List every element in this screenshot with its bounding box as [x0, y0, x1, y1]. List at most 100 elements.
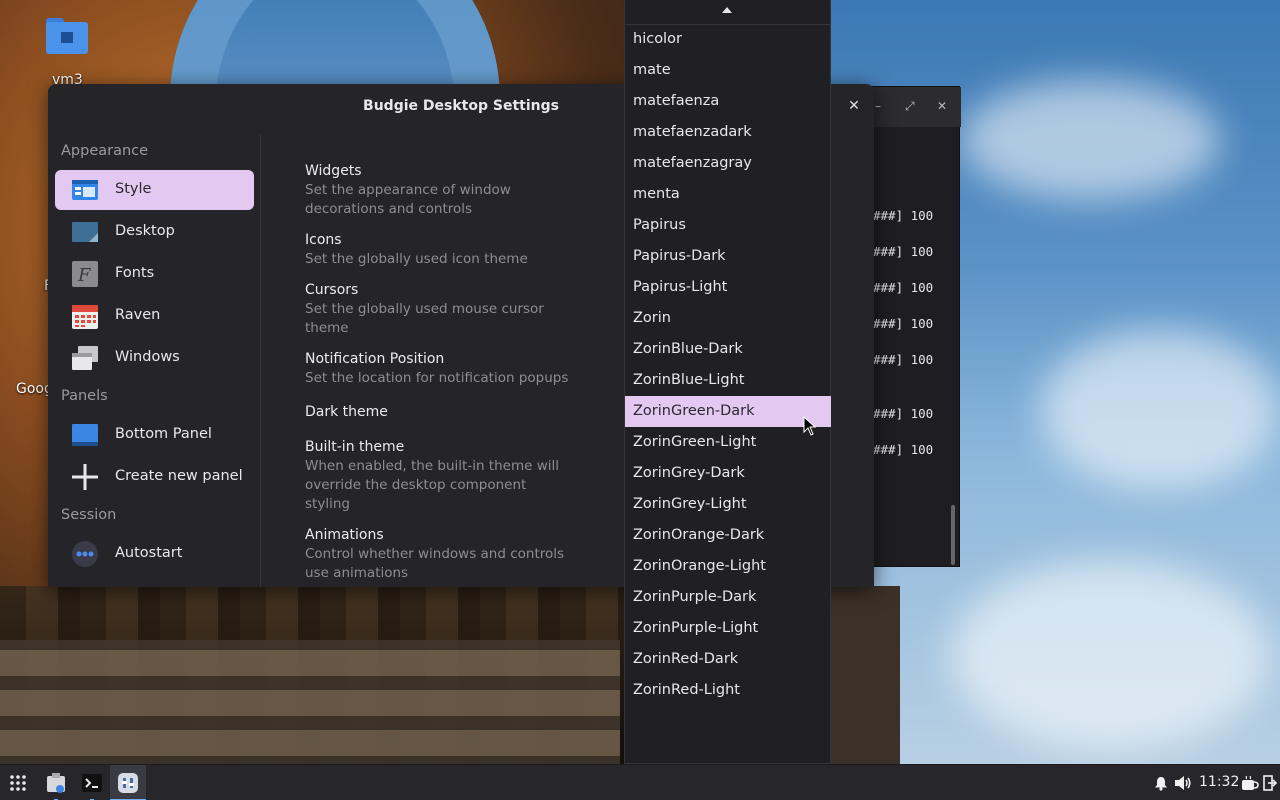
dropdown-item[interactable]: ZorinGreen-Dark	[625, 396, 831, 427]
setting-description: Set the globally used icon theme	[305, 251, 528, 267]
autostart-icon	[72, 541, 98, 567]
terminal-line: ###] 100	[873, 244, 934, 259]
setting-description: Set the location for notification popups	[305, 370, 569, 386]
section-session: Session	[61, 507, 117, 523]
sidebar-item-bottom-panel[interactable]: Bottom Panel	[55, 415, 254, 455]
terminal-line: ###] 100	[873, 352, 934, 367]
dropdown-item[interactable]: ZorinOrange-Light	[625, 551, 831, 582]
terminal-icon	[82, 774, 102, 792]
setting-builtin-theme[interactable]: Built-in theme When enabled, the built-i…	[305, 438, 575, 514]
setting-description: Control whether windows and controls use…	[305, 546, 565, 581]
dropdown-item[interactable]: hicolor	[625, 24, 831, 55]
grid-icon	[10, 775, 26, 791]
setting-description: Set the globally used mouse cursor theme	[305, 301, 544, 336]
logout-icon[interactable]	[1263, 775, 1277, 791]
setting-notification-position[interactable]: Notification Position Set the location f…	[305, 350, 575, 388]
plus-icon	[72, 464, 98, 490]
dropdown-item[interactable]: mate	[625, 55, 831, 86]
setting-title: Animations	[305, 527, 384, 543]
fonts-icon: F	[72, 261, 98, 287]
setting-description: When enabled, the built-in theme will ov…	[305, 458, 560, 512]
dropdown-item[interactable]: ZorinOrange-Dark	[625, 520, 831, 551]
terminal-line: ###] 100	[873, 208, 934, 223]
dropdown-item[interactable]: ZorinBlue-Dark	[625, 334, 831, 365]
close-button[interactable]: ✕	[937, 99, 947, 113]
sidebar-divider	[260, 134, 261, 587]
taskbar-terminal[interactable]	[74, 765, 110, 800]
sidebar-item-label: Style	[115, 181, 152, 197]
icon-theme-dropdown[interactable]: hicolor mate matefaenza matefaenzadark matef…	[624, 0, 831, 764]
wallpaper-cloud	[950, 560, 1270, 750]
scroll-up-icon[interactable]	[722, 7, 732, 13]
svg-text:F: F	[77, 265, 92, 286]
sidebar-item-autostart[interactable]: Autostart	[55, 534, 254, 574]
home-folder-icon[interactable]	[46, 18, 88, 54]
sidebar-item-label: Bottom Panel	[115, 426, 212, 442]
dropdown-item[interactable]: Papirus-Dark	[625, 241, 831, 272]
sidebar-item-label: Raven	[115, 307, 161, 323]
setting-dark-theme[interactable]: Dark theme	[305, 403, 575, 422]
setting-cursors[interactable]: Cursors Set the globally used mouse curs…	[305, 281, 575, 338]
file-manager-icon	[47, 773, 65, 793]
wallpaper-cloud	[1040, 330, 1280, 490]
terminal-line: ###] 100	[873, 442, 934, 457]
dropdown-item[interactable]: Papirus	[625, 210, 831, 241]
dropdown-item[interactable]: ZorinGreen-Light	[625, 427, 831, 458]
dropdown-item[interactable]: ZorinGrey-Light	[625, 489, 831, 520]
style-icon	[72, 180, 98, 200]
desktop-icon	[72, 222, 98, 242]
volume-icon[interactable]	[1174, 775, 1192, 791]
setting-title: Widgets	[305, 163, 362, 179]
terminal-line: ###] 100	[873, 406, 934, 421]
dropdown-item[interactable]: matefaenzadark	[625, 117, 831, 148]
sidebar-item-style[interactable]: Style	[55, 170, 254, 210]
terminal-line: ###] 100	[873, 316, 934, 331]
app-menu-button[interactable]	[0, 765, 36, 800]
wallpaper-cloud	[960, 80, 1220, 200]
notification-bell-icon[interactable]	[1154, 776, 1168, 791]
dropdown-item[interactable]: menta	[625, 179, 831, 210]
windows-icon	[72, 346, 98, 370]
settings-app-icon	[118, 773, 138, 793]
wallpaper-wall-lower	[0, 640, 620, 764]
sidebar-item-label: Desktop	[115, 223, 175, 239]
taskbar: 11:32	[0, 764, 1280, 800]
dropdown-item[interactable]: ZorinPurple-Dark	[625, 582, 831, 613]
terminal-scrollbar[interactable]	[951, 505, 955, 565]
sidebar-item-create-panel[interactable]: Create new panel	[55, 457, 254, 497]
dropdown-item[interactable]: Papirus-Light	[625, 272, 831, 303]
raven-calendar-icon	[72, 305, 98, 329]
sidebar-item-label: Windows	[115, 349, 180, 365]
dropdown-item[interactable]: Zorin	[625, 303, 831, 334]
close-button[interactable]: ✕	[844, 96, 864, 116]
wallpaper-pillar	[830, 586, 900, 764]
setting-animations[interactable]: Animations Control whether windows and c…	[305, 526, 575, 583]
dropdown-item[interactable]: ZorinGrey-Dark	[625, 458, 831, 489]
sidebar-item-raven[interactable]: Raven	[55, 296, 254, 336]
section-appearance: Appearance	[61, 143, 149, 159]
setting-title: Dark theme	[305, 404, 388, 420]
dropdown-item[interactable]: ZorinRed-Dark	[625, 644, 831, 675]
taskbar-file-manager[interactable]	[38, 765, 74, 800]
setting-icons[interactable]: Icons Set the globally used icon theme	[305, 231, 575, 269]
sidebar-item-windows[interactable]: Windows	[55, 338, 254, 378]
sidebar-item-desktop[interactable]: Desktop	[55, 212, 254, 252]
sidebar-item-label: Autostart	[115, 545, 183, 561]
dropdown-item[interactable]: matefaenza	[625, 86, 831, 117]
section-panels: Panels	[61, 388, 108, 404]
clock[interactable]: 11:32	[1199, 774, 1239, 790]
sidebar-item-label: Fonts	[115, 265, 155, 281]
sidebar-item-fonts[interactable]: F Fonts	[55, 254, 254, 294]
panel-icon	[72, 424, 98, 446]
setting-widgets[interactable]: Widgets Set the appearance of window dec…	[305, 162, 575, 219]
maximize-button[interactable]: ⤢	[905, 99, 915, 114]
dropdown-item[interactable]: ZorinBlue-Light	[625, 365, 831, 396]
minimize-button[interactable]: –	[875, 99, 881, 113]
mouse-pointer-icon	[803, 416, 817, 436]
taskbar-budgie-settings[interactable]	[110, 765, 146, 800]
caffeine-icon[interactable]	[1241, 775, 1259, 792]
dropdown-item[interactable]: ZorinRed-Light	[625, 675, 831, 706]
dropdown-item[interactable]: ZorinPurple-Light	[625, 613, 831, 644]
setting-title: Icons	[305, 232, 342, 248]
dropdown-item[interactable]: matefaenzagray	[625, 148, 831, 179]
